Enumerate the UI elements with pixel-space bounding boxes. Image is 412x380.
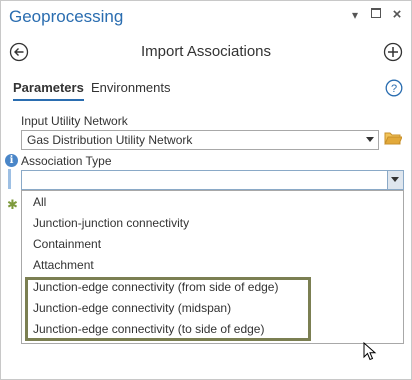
geoprocessing-pane: Geoprocessing ▾ × Import Associations Pa…: [0, 0, 412, 380]
association-type-label: Association Type: [21, 154, 112, 168]
pane-title: Geoprocessing: [9, 7, 124, 26]
tab-parameters[interactable]: Parameters: [13, 80, 84, 101]
dropdown-option[interactable]: Junction-junction connectivity: [22, 213, 403, 234]
folder-icon[interactable]: [384, 130, 402, 146]
chevron-down-icon[interactable]: [366, 137, 374, 142]
add-icon[interactable]: [383, 42, 403, 62]
tool-title: Import Associations: [140, 43, 272, 60]
title-controls: ▾ ×: [349, 7, 403, 22]
mouse-cursor-icon: [363, 342, 377, 361]
dropdown-option[interactable]: All: [22, 192, 403, 213]
dropdown-option[interactable]: Containment: [22, 234, 403, 255]
pin-icon[interactable]: ▾: [349, 8, 361, 22]
chevron-down-icon[interactable]: [391, 177, 399, 182]
association-type-combo[interactable]: [21, 170, 404, 190]
tab-environments[interactable]: Environments: [91, 80, 170, 95]
options-highlight-box: [25, 277, 311, 341]
input-network-combo[interactable]: Gas Distribution Utility Network: [21, 130, 379, 150]
dropdown-option[interactable]: Attachment: [22, 255, 403, 276]
svg-text:?: ?: [391, 83, 397, 95]
input-network-value: Gas Distribution Utility Network: [27, 133, 193, 147]
auto-hide-icon[interactable]: [370, 8, 382, 22]
help-icon[interactable]: ?: [385, 79, 403, 97]
required-asterisk-icon: ✱: [7, 197, 18, 212]
focus-indicator: [8, 169, 11, 189]
input-network-label: Input Utility Network: [21, 114, 128, 128]
info-icon[interactable]: i: [5, 154, 18, 167]
close-icon[interactable]: ×: [391, 7, 403, 22]
